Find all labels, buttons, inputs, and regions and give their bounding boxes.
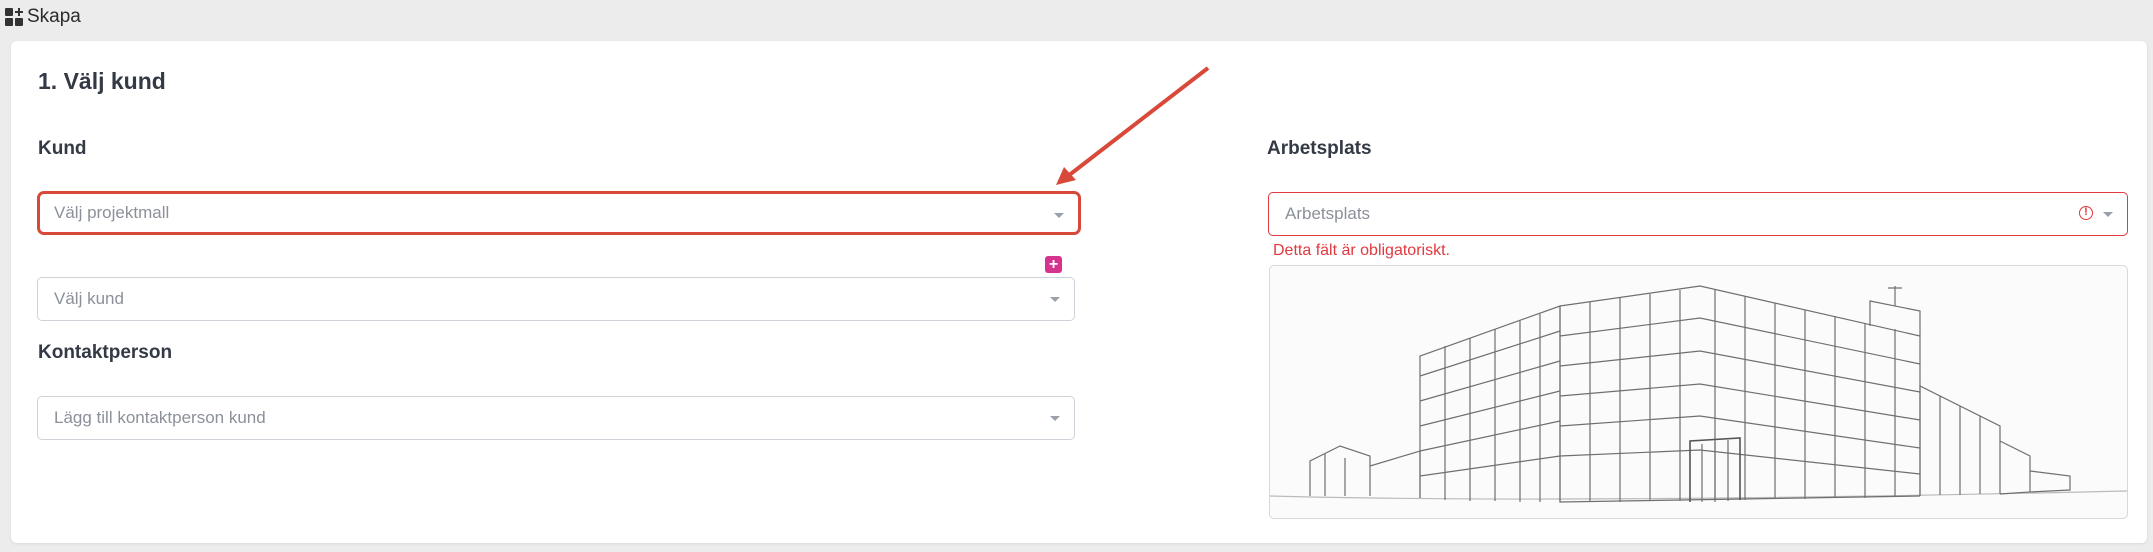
arbetsplats-label: Arbetsplats (1267, 138, 1372, 159)
building-sketch-image (1270, 285, 2127, 503)
kund-label: Kund (38, 138, 87, 159)
apps-grid-icon[interactable] (5, 8, 23, 26)
top-bar: Skapa (0, 0, 81, 34)
chevron-down-icon (1054, 213, 1064, 218)
contact-person-placeholder: Lägg till kontaktperson kund (54, 408, 266, 427)
chevron-down-icon (1050, 297, 1060, 302)
kontaktperson-label: Kontaktperson (38, 342, 173, 363)
workplace-error-message: Detta fält är obligatoriskt. (1273, 242, 1450, 259)
chevron-down-icon (2103, 212, 2113, 217)
customer-select[interactable]: Välj kund (37, 277, 1075, 321)
customer-placeholder: Välj kund (54, 289, 124, 308)
step-title: 1. Välj kund (38, 68, 166, 94)
project-template-placeholder: Välj projektmall (54, 203, 170, 222)
workplace-select[interactable]: Arbetsplats ! (1268, 192, 2128, 236)
page-header-title: Skapa (27, 6, 81, 27)
contact-person-select[interactable]: Lägg till kontaktperson kund (37, 396, 1075, 440)
form-card: 1. Välj kund Kund Välj projektmall + Väl… (11, 41, 2147, 543)
project-template-select[interactable]: Välj projektmall (37, 191, 1081, 235)
add-customer-button[interactable]: + (1045, 256, 1062, 273)
workplace-placeholder: Arbetsplats (1285, 204, 1371, 223)
workplace-image (1269, 265, 2128, 519)
error-icon: ! (2079, 206, 2093, 220)
chevron-down-icon (1050, 416, 1060, 421)
